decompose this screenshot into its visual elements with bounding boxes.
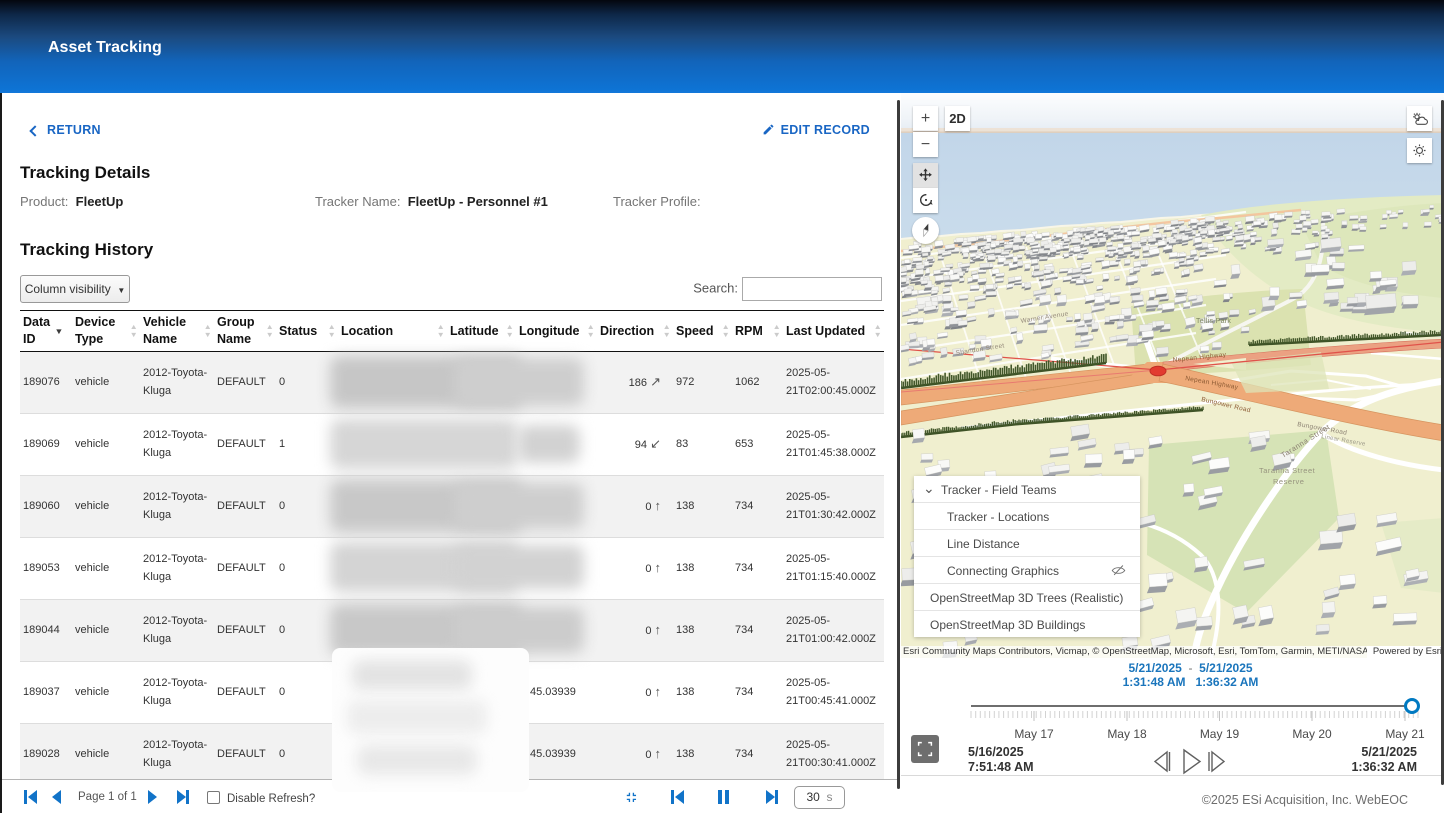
svg-text:Reserve: Reserve [1273,477,1304,486]
svg-text:Taranna Street: Taranna Street [1259,466,1316,475]
svg-text:Tellis Park: Tellis Park [1196,318,1231,325]
